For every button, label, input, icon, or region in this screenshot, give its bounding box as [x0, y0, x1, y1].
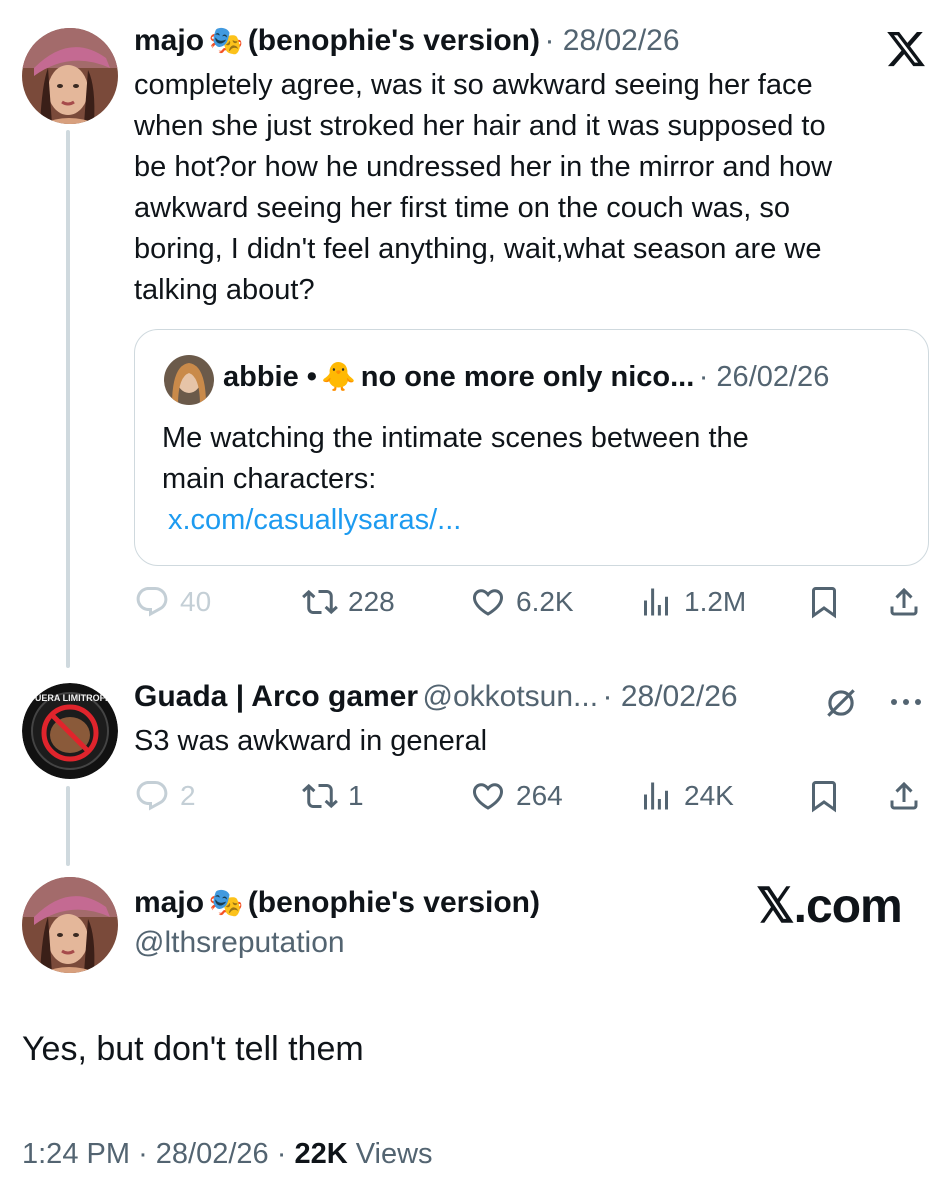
reply-count: 40 [180, 586, 212, 617]
reply-count: 2 [180, 780, 196, 811]
reply-button[interactable]: 40 [134, 584, 211, 620]
views-button[interactable]: 1.2M [638, 584, 746, 620]
tweet3-text: Yes, but don't tell them [22, 1030, 364, 1068]
avatar-majo[interactable] [22, 28, 118, 124]
avatar-majo-main[interactable] [22, 877, 118, 973]
reply-button[interactable]: 2 [134, 778, 196, 814]
theater-masks-emoji-icon: 🎭 [208, 887, 244, 918]
tweet3-views-count: 22K [294, 1138, 348, 1170]
views-button[interactable]: 24K [638, 778, 734, 814]
thread-line-1 [66, 130, 70, 668]
reply-icon [136, 587, 168, 617]
repost-icon [302, 783, 338, 809]
tweet3-handle[interactable]: @lthsreputation [134, 926, 345, 960]
tweet1-header: majo 🎭 (benophie's version) · 28/02/26 [134, 24, 680, 64]
quote-text: Me watching the intimate scenes between … [162, 418, 902, 541]
baby-chick-emoji-icon: 🐥 [321, 361, 357, 392]
like-count: 6.2K [516, 586, 574, 617]
repost-button[interactable]: 228 [302, 584, 395, 620]
views-count: 1.2M [684, 586, 747, 617]
tweet1-date[interactable]: · 28/02/26 [544, 24, 679, 57]
like-icon [472, 589, 504, 616]
reply-icon [136, 781, 168, 811]
tweet2-author-name[interactable]: Guada | Arco gamer [134, 680, 418, 713]
tweet1-actions: 40 228 6.2K 1.2M [134, 584, 929, 628]
repost-count: 1 [348, 780, 364, 811]
tweet3-time[interactable]: 1:24 PM [22, 1138, 130, 1170]
like-count: 264 [516, 780, 563, 811]
thread-line-2 [66, 786, 70, 866]
avatar-guada[interactable]: AFUERA LIMITROFES [22, 683, 118, 779]
like-icon [472, 783, 504, 810]
tweet2-handle[interactable]: @okkotsun... [423, 680, 599, 713]
tweet3-header: majo 🎭 (benophie's version) [134, 886, 540, 920]
views-icon [644, 588, 668, 616]
tweet1-author-suffix[interactable]: (benophie's version) [248, 24, 540, 57]
quote-date[interactable]: · 26/02/26 [699, 361, 830, 393]
views-count: 24K [684, 780, 734, 811]
svg-text:AFUERA LIMITROFES: AFUERA LIMITROFES [23, 693, 117, 703]
bookmark-icon [812, 587, 836, 619]
quote-author-name-rest[interactable]: no one more only nico... [361, 361, 695, 393]
tweet2-date[interactable]: · 28/02/26 [603, 680, 738, 713]
share-button[interactable] [886, 778, 922, 814]
tweet2-actions: 2 1 264 24K [134, 778, 929, 822]
quote-header: abbie • 🐥 no one more only nico... · 26/… [223, 360, 829, 394]
like-button[interactable]: 264 [470, 778, 563, 814]
share-icon [890, 587, 918, 616]
tweet3-footer: 1:24 PM · 28/02/26 · 22K Views [22, 1138, 433, 1171]
repost-icon [302, 589, 338, 615]
share-button[interactable] [886, 584, 922, 620]
views-icon [644, 782, 668, 810]
repost-count: 228 [348, 586, 395, 617]
x-logo-icon[interactable] [884, 28, 928, 70]
quote-author-name[interactable]: abbie • [223, 361, 317, 393]
tweet3-date[interactable]: · 28/02/26 · [138, 1138, 286, 1170]
quoted-tweet-card[interactable]: abbie • 🐥 no one more only nico... · 26/… [134, 329, 929, 566]
more-icon[interactable] [886, 690, 926, 714]
tweet3-author-suffix[interactable]: (benophie's version) [248, 886, 540, 919]
avatar-abbie[interactable] [164, 355, 214, 405]
theater-masks-emoji-icon: 🎭 [208, 25, 244, 56]
quote-link[interactable]: x.com/casuallysaras/... [162, 500, 902, 541]
xcom-watermark: 𝕏.com [756, 880, 903, 933]
tweet1-author-name[interactable]: majo [134, 24, 204, 57]
tweet3-views-label: Views [355, 1138, 433, 1170]
tweet3-author-name[interactable]: majo [134, 886, 204, 919]
bookmark-button[interactable] [806, 584, 842, 620]
repost-button[interactable]: 1 [302, 778, 364, 814]
tweet1-text: completely agree, was it so awkward seei… [134, 69, 833, 306]
like-button[interactable]: 6.2K [470, 584, 574, 620]
tweet2-text: S3 was awkward in general [134, 725, 488, 757]
share-icon [890, 781, 918, 810]
bookmark-button[interactable] [806, 778, 842, 814]
bookmark-icon [812, 781, 836, 813]
grok-icon[interactable] [822, 684, 860, 722]
tweet2-header: Guada | Arco gamer @okkotsun... · 28/02/… [134, 680, 738, 714]
